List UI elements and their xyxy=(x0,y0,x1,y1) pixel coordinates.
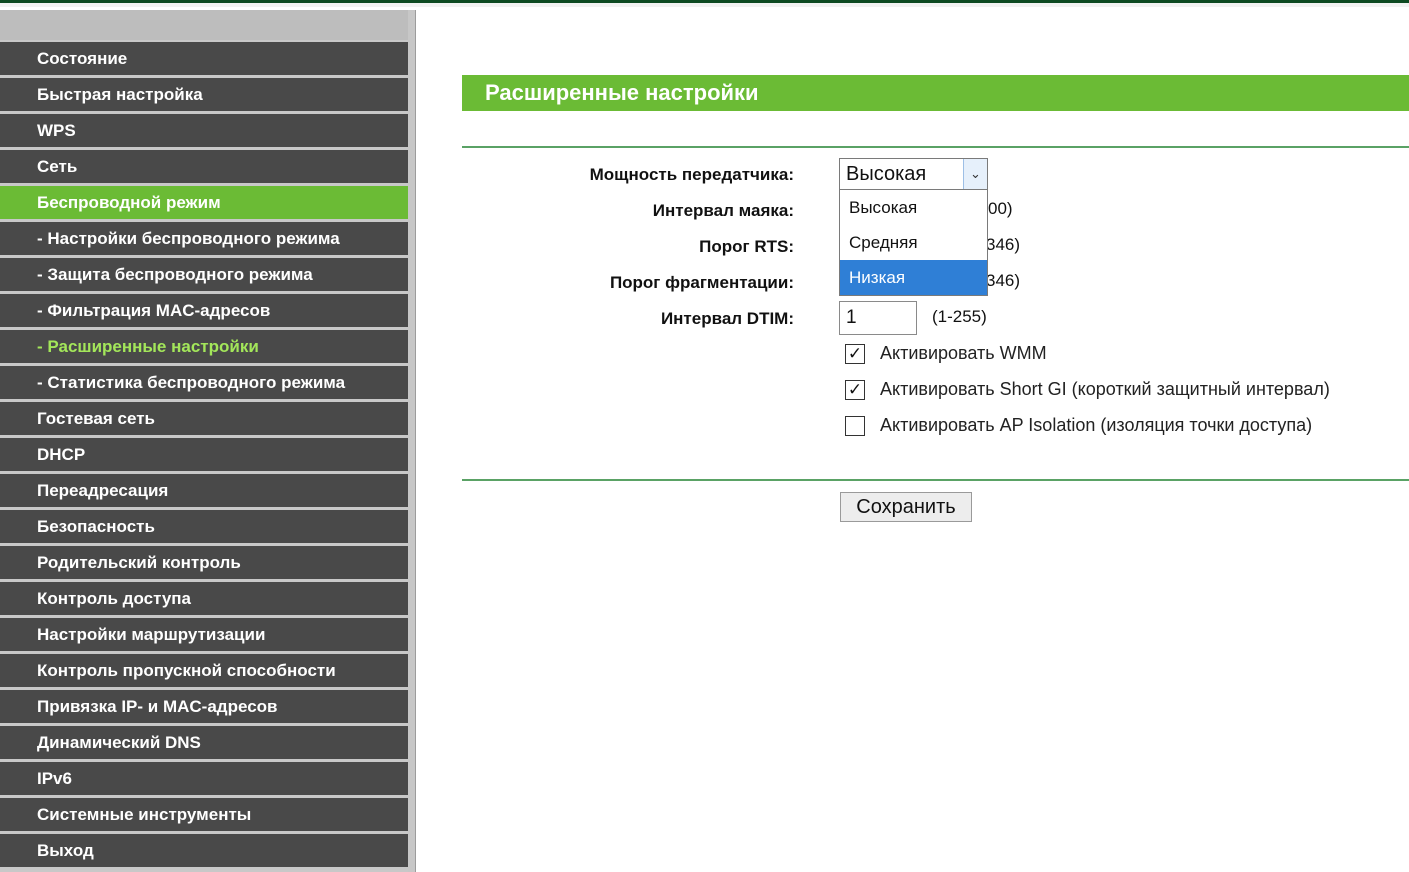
top-border-light xyxy=(0,3,1409,7)
sidebar-item-ipv6[interactable]: IPv6 xyxy=(0,762,408,795)
sidebar-item-wps[interactable]: WPS xyxy=(0,114,408,147)
sidebar: Состояние Быстрая настройка WPS Сеть Бес… xyxy=(0,10,410,872)
fragmentation-label: Порог фрагментации: xyxy=(609,273,794,292)
tx-power-option-medium[interactable]: Средняя xyxy=(840,225,987,260)
sidebar-item-ip-mac-binding[interactable]: Привязка IP- и MAC-адресов xyxy=(0,690,408,723)
ap-isolation-checkbox[interactable] xyxy=(845,416,865,436)
tx-power-option-high[interactable]: Высокая xyxy=(840,190,987,225)
beacon-interval-hint: 00) xyxy=(988,199,1013,218)
sidebar-item-quick-setup[interactable]: Быстрая настройка xyxy=(0,78,408,111)
tx-power-option-low[interactable]: Низкая xyxy=(840,260,987,295)
sidebar-item-network[interactable]: Сеть xyxy=(0,150,408,183)
tx-power-dropdown: Высокая Средняя Низкая xyxy=(839,190,988,296)
sidebar-item-routing[interactable]: Настройки маршрутизации xyxy=(0,618,408,651)
dtim-interval-hint: (1-255) xyxy=(932,307,987,326)
rts-threshold-hint: 346) xyxy=(986,235,1021,254)
sidebar-item-security[interactable]: Безопасность xyxy=(0,510,408,543)
sidebar-item-wireless-security[interactable]: - Защита беспроводного режима xyxy=(0,258,408,291)
wmm-label: Активировать WMM xyxy=(880,343,1047,363)
sidebar-item-logout[interactable]: Выход xyxy=(0,834,408,867)
sidebar-item-status[interactable]: Состояние xyxy=(0,42,408,75)
save-button[interactable]: Сохранить xyxy=(840,492,972,522)
fragmentation-hint: 346) xyxy=(986,271,1021,290)
sidebar-header xyxy=(0,10,408,40)
dtim-interval-input[interactable]: 1 xyxy=(839,301,917,335)
dtim-interval-label: Интервал DTIM: xyxy=(660,309,794,328)
top-separator xyxy=(462,146,1409,148)
sidebar-item-guest-network[interactable]: Гостевая сеть xyxy=(0,402,408,435)
sidebar-item-system-tools[interactable]: Системные инструменты xyxy=(0,798,408,831)
sidebar-divider xyxy=(408,10,416,872)
tx-power-select[interactable]: Высокая ⌄ xyxy=(839,158,988,190)
bottom-separator xyxy=(462,479,1409,481)
sidebar-item-wireless-advanced[interactable]: - Расширенные настройки xyxy=(0,330,408,363)
sidebar-item-parental-control[interactable]: Родительский контроль xyxy=(0,546,408,579)
sidebar-item-access-control[interactable]: Контроль доступа xyxy=(0,582,408,615)
tx-power-label: Мощность передатчика: xyxy=(589,165,794,184)
sidebar-item-dhcp[interactable]: DHCP xyxy=(0,438,408,471)
sidebar-item-wireless[interactable]: Беспроводной режим xyxy=(0,186,408,219)
short-gi-checkbox[interactable]: ✓ xyxy=(845,380,865,400)
short-gi-label: Активировать Short GI (короткий защитный… xyxy=(880,379,1330,399)
sidebar-item-wireless-statistics[interactable]: - Статистика беспроводного режима xyxy=(0,366,408,399)
wmm-checkbox[interactable]: ✓ xyxy=(845,344,865,364)
rts-threshold-label: Порог RTS: xyxy=(699,237,794,256)
sidebar-item-mac-filtering[interactable]: - Фильтрация MAC-адресов xyxy=(0,294,408,327)
page-title: Расширенные настройки xyxy=(462,75,1409,111)
sidebar-item-ddns[interactable]: Динамический DNS xyxy=(0,726,408,759)
sidebar-item-wireless-settings[interactable]: - Настройки беспроводного режима xyxy=(0,222,408,255)
chevron-down-icon[interactable]: ⌄ xyxy=(963,159,987,189)
sidebar-item-forwarding[interactable]: Переадресация xyxy=(0,474,408,507)
ap-isolation-label: Активировать AP Isolation (изоляция точк… xyxy=(880,415,1313,435)
sidebar-item-bandwidth-control[interactable]: Контроль пропускной способности xyxy=(0,654,408,687)
tx-power-value: Высокая xyxy=(846,163,927,185)
beacon-interval-label: Интервал маяка: xyxy=(652,201,794,220)
